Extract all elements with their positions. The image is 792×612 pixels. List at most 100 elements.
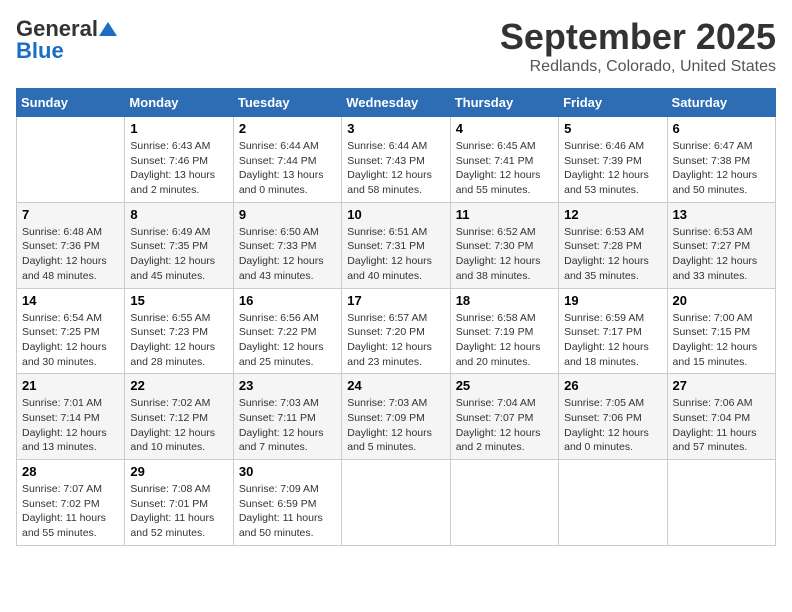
week-row-2: 7 Sunrise: 6:48 AMSunset: 7:36 PMDaylight… xyxy=(17,202,776,288)
day-number: 21 xyxy=(22,378,119,393)
day-info: Sunrise: 6:44 AMSunset: 7:43 PMDaylight:… xyxy=(347,139,444,198)
day-info: Sunrise: 6:49 AMSunset: 7:35 PMDaylight:… xyxy=(130,225,227,284)
day-cell xyxy=(450,460,558,546)
day-info: Sunrise: 7:08 AMSunset: 7:01 PMDaylight:… xyxy=(130,482,227,541)
day-number: 9 xyxy=(239,207,336,222)
day-info: Sunrise: 6:58 AMSunset: 7:19 PMDaylight:… xyxy=(456,311,553,370)
day-info: Sunrise: 7:03 AMSunset: 7:09 PMDaylight:… xyxy=(347,396,444,455)
week-row-5: 28 Sunrise: 7:07 AMSunset: 7:02 PMDayligh… xyxy=(17,460,776,546)
day-cell: 1Sunrise: 6:43 AMSunset: 7:46 PMDaylight… xyxy=(125,117,233,203)
day-info: Sunrise: 6:59 AMSunset: 7:17 PMDaylight:… xyxy=(564,311,661,370)
day-cell: 9 Sunrise: 6:50 AMSunset: 7:33 PMDaylight… xyxy=(233,202,341,288)
day-number: 29 xyxy=(130,464,227,479)
day-cell: 7 Sunrise: 6:48 AMSunset: 7:36 PMDaylight… xyxy=(17,202,125,288)
day-number: 25 xyxy=(456,378,553,393)
day-info: Sunrise: 7:09 AMSunset: 6:59 PMDaylight:… xyxy=(239,482,336,541)
day-number: 13 xyxy=(673,207,770,222)
day-number: 18 xyxy=(456,293,553,308)
day-number: 2 xyxy=(239,121,336,136)
day-info: Sunrise: 7:07 AMSunset: 7:02 PMDaylight:… xyxy=(22,482,119,541)
day-cell: 8Sunrise: 6:49 AMSunset: 7:35 PMDaylight… xyxy=(125,202,233,288)
day-cell: 15 Sunrise: 6:55 AMSunset: 7:23 PMDayligh… xyxy=(125,288,233,374)
day-cell: 3 Sunrise: 6:44 AMSunset: 7:43 PMDaylight… xyxy=(342,117,450,203)
day-number: 28 xyxy=(22,464,119,479)
day-number: 17 xyxy=(347,293,444,308)
day-cell: 10 Sunrise: 6:51 AMSunset: 7:31 PMDayligh… xyxy=(342,202,450,288)
day-info: Sunrise: 6:57 AMSunset: 7:20 PMDaylight:… xyxy=(347,311,444,370)
day-cell: 22 Sunrise: 7:02 AMSunset: 7:12 PMDayligh… xyxy=(125,374,233,460)
day-cell xyxy=(559,460,667,546)
day-info: Sunrise: 7:06 AMSunset: 7:04 PMDaylight:… xyxy=(673,396,770,455)
day-info: Sunrise: 6:44 AMSunset: 7:44 PMDaylight:… xyxy=(239,139,336,198)
col-header-friday: Friday xyxy=(559,89,667,117)
day-number: 16 xyxy=(239,293,336,308)
day-info: Sunrise: 6:55 AMSunset: 7:23 PMDaylight:… xyxy=(130,311,227,370)
col-header-thursday: Thursday xyxy=(450,89,558,117)
day-info: Sunrise: 6:47 AMSunset: 7:38 PMDaylight:… xyxy=(673,139,770,198)
day-cell: 19 Sunrise: 6:59 AMSunset: 7:17 PMDayligh… xyxy=(559,288,667,374)
day-info: Sunrise: 7:03 AMSunset: 7:11 PMDaylight:… xyxy=(239,396,336,455)
logo-blue: Blue xyxy=(16,38,64,64)
day-info: Sunrise: 6:45 AMSunset: 7:41 PMDaylight:… xyxy=(456,139,553,198)
day-info: Sunrise: 6:56 AMSunset: 7:22 PMDaylight:… xyxy=(239,311,336,370)
day-number: 23 xyxy=(239,378,336,393)
title-area: September 2025 Redlands, Colorado, Unite… xyxy=(500,16,776,76)
day-cell: 16 Sunrise: 6:56 AMSunset: 7:22 PMDayligh… xyxy=(233,288,341,374)
day-cell: 18 Sunrise: 6:58 AMSunset: 7:19 PMDayligh… xyxy=(450,288,558,374)
day-cell: 13 Sunrise: 6:53 AMSunset: 7:27 PMDayligh… xyxy=(667,202,775,288)
day-info: Sunrise: 6:46 AMSunset: 7:39 PMDaylight:… xyxy=(564,139,661,198)
location-subtitle: Redlands, Colorado, United States xyxy=(500,58,776,76)
month-title: September 2025 xyxy=(500,16,776,58)
logo: General Blue xyxy=(16,16,118,64)
calendar-table: SundayMondayTuesdayWednesdayThursdayFrid… xyxy=(16,88,776,546)
day-info: Sunrise: 7:04 AMSunset: 7:07 PMDaylight:… xyxy=(456,396,553,455)
day-info: Sunrise: 6:51 AMSunset: 7:31 PMDaylight:… xyxy=(347,225,444,284)
day-number: 10 xyxy=(347,207,444,222)
day-info: Sunrise: 6:48 AMSunset: 7:36 PMDaylight:… xyxy=(22,225,119,284)
day-number: 26 xyxy=(564,378,661,393)
day-cell: 17 Sunrise: 6:57 AMSunset: 7:20 PMDayligh… xyxy=(342,288,450,374)
day-number: 14 xyxy=(22,293,119,308)
day-number: 22 xyxy=(130,378,227,393)
day-cell: 14 Sunrise: 6:54 AMSunset: 7:25 PMDayligh… xyxy=(17,288,125,374)
logo-icon xyxy=(99,20,117,38)
day-number: 7 xyxy=(22,207,119,222)
day-number: 12 xyxy=(564,207,661,222)
day-cell: 6Sunrise: 6:47 AMSunset: 7:38 PMDaylight… xyxy=(667,117,775,203)
day-info: Sunrise: 6:52 AMSunset: 7:30 PMDaylight:… xyxy=(456,225,553,284)
header-row: SundayMondayTuesdayWednesdayThursdayFrid… xyxy=(17,89,776,117)
day-cell: 21 Sunrise: 7:01 AMSunset: 7:14 PMDayligh… xyxy=(17,374,125,460)
day-number: 11 xyxy=(456,207,553,222)
day-cell: 11 Sunrise: 6:52 AMSunset: 7:30 PMDayligh… xyxy=(450,202,558,288)
day-number: 4 xyxy=(456,121,553,136)
day-number: 3 xyxy=(347,121,444,136)
week-row-4: 21 Sunrise: 7:01 AMSunset: 7:14 PMDayligh… xyxy=(17,374,776,460)
week-row-1: 1Sunrise: 6:43 AMSunset: 7:46 PMDaylight… xyxy=(17,117,776,203)
day-number: 1 xyxy=(130,121,227,136)
col-header-wednesday: Wednesday xyxy=(342,89,450,117)
week-row-3: 14 Sunrise: 6:54 AMSunset: 7:25 PMDayligh… xyxy=(17,288,776,374)
day-info: Sunrise: 6:53 AMSunset: 7:27 PMDaylight:… xyxy=(673,225,770,284)
day-info: Sunrise: 7:00 AMSunset: 7:15 PMDaylight:… xyxy=(673,311,770,370)
col-header-sunday: Sunday xyxy=(17,89,125,117)
col-header-saturday: Saturday xyxy=(667,89,775,117)
day-cell: 30Sunrise: 7:09 AMSunset: 6:59 PMDayligh… xyxy=(233,460,341,546)
day-cell: 24 Sunrise: 7:03 AMSunset: 7:09 PMDayligh… xyxy=(342,374,450,460)
day-cell: 29 Sunrise: 7:08 AMSunset: 7:01 PMDayligh… xyxy=(125,460,233,546)
day-cell xyxy=(17,117,125,203)
day-number: 20 xyxy=(673,293,770,308)
day-cell: 5Sunrise: 6:46 AMSunset: 7:39 PMDaylight… xyxy=(559,117,667,203)
day-cell: 4 Sunrise: 6:45 AMSunset: 7:41 PMDaylight… xyxy=(450,117,558,203)
day-info: Sunrise: 7:05 AMSunset: 7:06 PMDaylight:… xyxy=(564,396,661,455)
day-info: Sunrise: 6:54 AMSunset: 7:25 PMDaylight:… xyxy=(22,311,119,370)
day-info: Sunrise: 6:50 AMSunset: 7:33 PMDaylight:… xyxy=(239,225,336,284)
day-info: Sunrise: 7:01 AMSunset: 7:14 PMDaylight:… xyxy=(22,396,119,455)
day-number: 15 xyxy=(130,293,227,308)
day-cell: 26 Sunrise: 7:05 AMSunset: 7:06 PMDayligh… xyxy=(559,374,667,460)
day-info: Sunrise: 7:02 AMSunset: 7:12 PMDaylight:… xyxy=(130,396,227,455)
day-cell xyxy=(667,460,775,546)
day-number: 24 xyxy=(347,378,444,393)
day-info: Sunrise: 6:53 AMSunset: 7:28 PMDaylight:… xyxy=(564,225,661,284)
day-number: 19 xyxy=(564,293,661,308)
day-cell: 25 Sunrise: 7:04 AMSunset: 7:07 PMDayligh… xyxy=(450,374,558,460)
